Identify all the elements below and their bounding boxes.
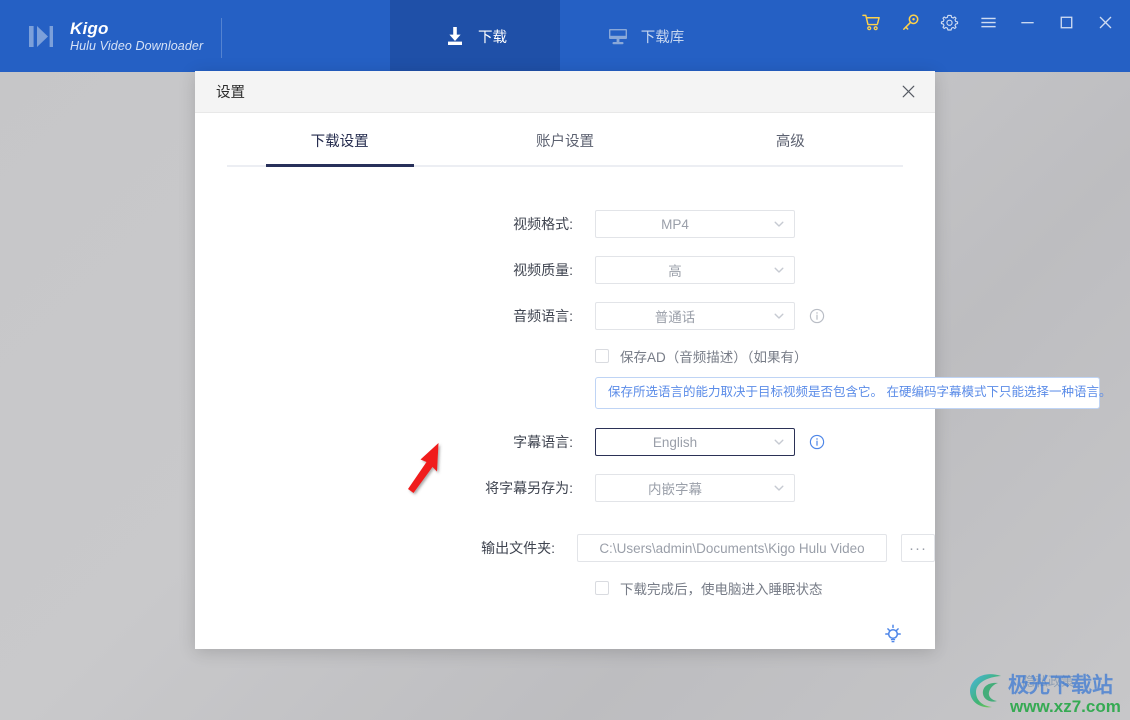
- video-quality-label: 视频质量:: [513, 262, 573, 278]
- tip-row: [195, 621, 935, 649]
- output-folder-input[interactable]: C:\Users\admin\Documents\Kigo Hulu Video: [577, 534, 887, 562]
- subtitle-language-value: English: [652, 434, 698, 450]
- audio-language-select[interactable]: 普通话: [595, 302, 795, 330]
- site-watermark: 极光下载站 www.xz7.com: [966, 666, 1126, 718]
- dialog-title: 设置: [216, 85, 245, 101]
- audio-language-label: 音频语言:: [513, 308, 573, 324]
- video-format-value: MP4: [661, 216, 689, 232]
- save-ad-checkbox[interactable]: [595, 349, 609, 363]
- tab-download-settings-label: 下载设置: [310, 133, 369, 150]
- nav-tab-library[interactable]: 下载库: [560, 0, 730, 72]
- row-save-subtitle-as: 将字幕另存为: 内嵌字幕: [195, 465, 935, 511]
- chevron-down-icon: [772, 217, 786, 231]
- save-ad-label[interactable]: 保存AD（音频描述）（如果有）: [620, 346, 808, 366]
- save-subtitle-as-label: 将字幕另存为:: [485, 480, 573, 496]
- video-format-select[interactable]: MP4: [595, 210, 795, 238]
- audio-language-value: 普通话: [654, 310, 696, 325]
- row-video-format: 视频格式: MP4: [195, 201, 935, 247]
- tab-advanced[interactable]: 高级: [678, 113, 903, 167]
- cart-icon[interactable]: [860, 11, 882, 33]
- close-icon[interactable]: [1094, 11, 1116, 33]
- key-icon[interactable]: [899, 11, 921, 33]
- output-folder-control: C:\Users\admin\Documents\Kigo Hulu Video…: [577, 534, 935, 562]
- chevron-down-icon: [772, 309, 786, 323]
- video-quality-select[interactable]: 高: [595, 256, 795, 284]
- row-video-quality: 视频质量: 高: [195, 247, 935, 293]
- brand-subtitle: Hulu Video Downloader: [70, 38, 204, 53]
- title-bar: Kigo Hulu Video Downloader 下载 下载库: [0, 0, 1130, 72]
- save-subtitle-as-select[interactable]: 内嵌字幕: [595, 474, 795, 502]
- dialog-close-icon[interactable]: [895, 79, 921, 105]
- dialog-header: 设置: [195, 71, 935, 113]
- save-subtitle-as-value: 内嵌字幕: [648, 482, 702, 497]
- download-settings-form: 视频格式: MP4 视频质量: 高 音频语言: 普通话 保存AD（音频描述）（如…: [195, 167, 1111, 649]
- brand-area: Kigo Hulu Video Downloader: [0, 0, 390, 72]
- settings-dialog: 设置 下载设置 账户设置 高级 视频格式: MP4 视频质量: 高 音频语言: …: [195, 71, 1111, 649]
- subtitle-language-control: English: [595, 428, 825, 456]
- menu-icon[interactable]: [977, 11, 999, 33]
- privacy-policy-overlay-text: 隐私政策: [1021, 674, 1074, 689]
- tab-download-settings[interactable]: 下载设置: [227, 113, 452, 167]
- maximize-icon[interactable]: [1055, 11, 1077, 33]
- chevron-down-icon: [772, 481, 786, 495]
- monitor-library-icon: [606, 24, 630, 48]
- video-quality-control: 高: [595, 256, 795, 284]
- output-folder-label: 输出文件夹:: [481, 540, 555, 556]
- row-output-folder: 输出文件夹: C:\Users\admin\Documents\Kigo Hul…: [195, 525, 935, 571]
- svg-text:www.xz7.com: www.xz7.com: [1009, 697, 1121, 716]
- info-icon[interactable]: [809, 308, 825, 324]
- lightbulb-icon[interactable]: [879, 621, 907, 649]
- nav-tabs: 下载 下载库: [390, 0, 730, 72]
- browse-folder-button[interactable]: ···: [901, 534, 935, 562]
- minimize-icon[interactable]: [1016, 11, 1038, 33]
- subtitle-language-label: 字幕语言:: [513, 434, 573, 450]
- row-save-ad: 保存AD（音频描述）（如果有）: [195, 339, 935, 373]
- hint-wrapper: 保存所选语言的能力取决于目标视频是否包含它。 在硬编码字幕模式下只能选择一种语言…: [195, 377, 1111, 409]
- nav-tab-download-label: 下载: [478, 29, 507, 46]
- chevron-down-icon: [772, 435, 786, 449]
- download-icon: [443, 24, 467, 48]
- video-format-label: 视频格式:: [513, 216, 573, 232]
- tab-advanced-label: 高级: [775, 133, 805, 150]
- brand-name: Kigo: [70, 18, 109, 38]
- info-icon[interactable]: [809, 434, 825, 450]
- sleep-after-download-label[interactable]: 下载完成后，使电脑进入睡眠状态: [620, 578, 823, 598]
- brand-text: Kigo Hulu Video Downloader: [70, 19, 203, 54]
- dialog-tab-strip: 下载设置 账户设置 高级: [195, 113, 935, 167]
- tab-account-settings[interactable]: 账户设置: [452, 113, 677, 167]
- language-hint-box: 保存所选语言的能力取决于目标视频是否包含它。 在硬编码字幕模式下只能选择一种语言…: [595, 377, 1111, 409]
- subtitle-language-select[interactable]: English: [595, 428, 795, 456]
- nav-tab-download[interactable]: 下载: [390, 0, 560, 72]
- chevron-down-icon: [772, 263, 786, 277]
- window-controls: [860, 0, 1130, 72]
- nav-tab-library-label: 下载库: [640, 29, 685, 46]
- sleep-after-download-checkbox[interactable]: [595, 581, 609, 595]
- app-window: Kigo Hulu Video Downloader 下载 下载库 设置 下载设…: [0, 0, 1130, 720]
- row-audio-language: 音频语言: 普通话: [195, 293, 935, 339]
- row-sleep-after-download: 下载完成后，使电脑进入睡眠状态: [195, 571, 935, 605]
- row-subtitle-language: 字幕语言: English: [195, 419, 935, 465]
- tab-account-settings-label: 账户设置: [535, 133, 594, 150]
- audio-language-control: 普通话: [595, 302, 825, 330]
- svg-text:极光下载站: 极光下载站: [1008, 673, 1113, 697]
- gear-icon[interactable]: [938, 11, 960, 33]
- video-format-control: MP4: [595, 210, 795, 238]
- video-quality-value: 高: [668, 264, 682, 279]
- kigo-play-logo-icon: [24, 19, 58, 53]
- save-subtitle-as-control: 内嵌字幕: [595, 474, 795, 502]
